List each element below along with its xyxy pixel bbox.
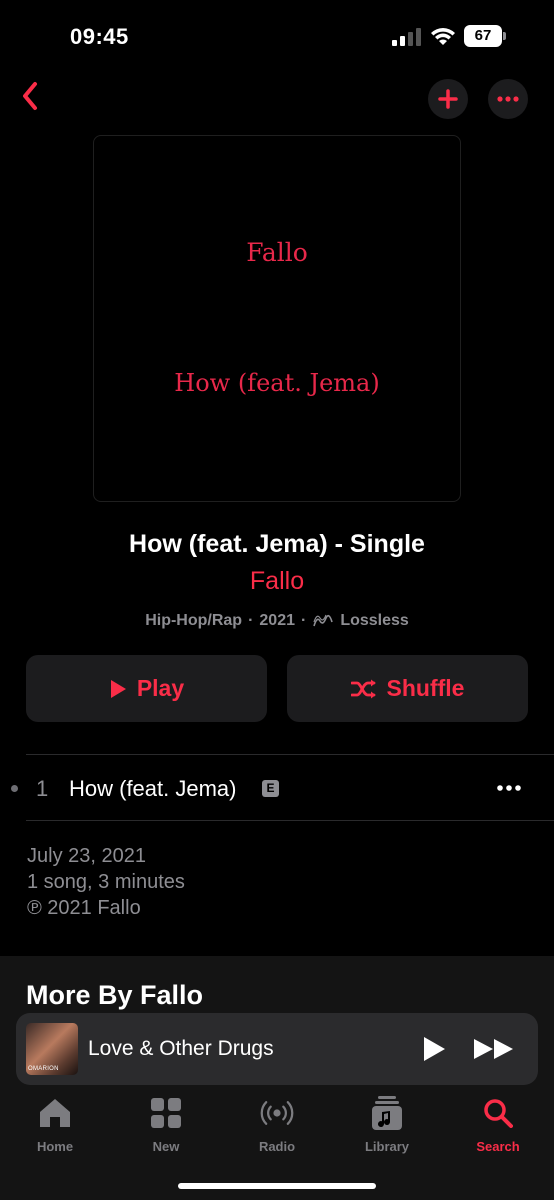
artwork-title-text: How (feat. Jema): [174, 369, 380, 397]
cellular-signal-icon: [392, 28, 421, 46]
more-by-title[interactable]: More By Fallo: [26, 980, 203, 1011]
battery-level: 67: [464, 25, 502, 47]
quality-label: Lossless: [340, 612, 409, 629]
divider: [26, 754, 554, 755]
track-title: How (feat. Jema): [69, 776, 237, 801]
battery-icon: 67: [464, 25, 506, 47]
tab-search[interactable]: Search: [458, 1095, 538, 1165]
play-button[interactable]: Play: [26, 655, 267, 722]
plus-icon: [438, 89, 458, 109]
meta-separator: ·: [300, 612, 307, 629]
release-date: July 23, 2021: [27, 845, 146, 867]
copyright: ℗ 2021 Fallo: [27, 897, 141, 919]
mini-player-title: Love & Other Drugs: [88, 1037, 274, 1060]
home-icon: [40, 1099, 70, 1127]
tab-label: New: [152, 1139, 180, 1154]
tab-label: Library: [364, 1139, 410, 1154]
tab-label: Radio: [258, 1139, 296, 1154]
shuffle-icon: [350, 679, 376, 698]
album-title: How (feat. Jema) - Single: [129, 530, 425, 558]
tab-library[interactable]: Library: [347, 1095, 427, 1165]
track-row[interactable]: 1 How (feat. Jema) E: [0, 756, 554, 820]
radio-icon: [260, 1101, 294, 1125]
search-icon: [484, 1099, 513, 1128]
tab-new[interactable]: New: [126, 1095, 206, 1165]
more-options-button[interactable]: [488, 79, 528, 119]
wifi-icon: [431, 28, 455, 45]
status-time: 09:45: [70, 24, 129, 49]
home-indicator: [178, 1183, 376, 1189]
mini-player-artwork: OMARION: [26, 1023, 78, 1075]
divider: [26, 820, 554, 821]
track-more-button[interactable]: [494, 776, 524, 800]
tab-label: Home: [36, 1139, 74, 1154]
tab-label: Search: [476, 1139, 520, 1154]
artwork-artist-text: Fallo: [246, 238, 308, 267]
album-artwork: Fallo How (feat. Jema): [93, 135, 461, 502]
grid-icon: [151, 1098, 181, 1128]
back-button[interactable]: [12, 78, 48, 114]
tab-radio[interactable]: Radio: [237, 1095, 317, 1165]
play-label: Play: [136, 675, 185, 701]
mini-art-label: OMARION: [28, 1066, 59, 1072]
new-track-dot: [11, 785, 18, 792]
artist-link[interactable]: Fallo: [0, 567, 554, 596]
add-to-library-button[interactable]: [428, 79, 468, 119]
track-number: 1: [36, 776, 49, 801]
ellipsis-icon: [497, 96, 519, 102]
explicit-badge: E: [262, 780, 279, 797]
tab-home[interactable]: Home: [15, 1095, 95, 1165]
shuffle-button[interactable]: Shuffle: [287, 655, 528, 722]
lossless-icon: [313, 614, 334, 627]
mini-player[interactable]: OMARION Love & Other Drugs: [16, 1013, 538, 1085]
mini-play-icon[interactable]: [421, 1035, 447, 1063]
genre-label: Hip-Hop/Rap: [145, 612, 243, 629]
library-icon: [372, 1096, 402, 1130]
meta-separator: ·: [248, 612, 254, 629]
ellipsis-icon: [497, 785, 521, 791]
album-meta: Hip-Hop/Rap · 2021 · Lossless: [0, 612, 554, 630]
chevron-left-icon: [23, 82, 37, 110]
fast-forward-icon[interactable]: [472, 1037, 516, 1061]
shuffle-label: Shuffle: [386, 675, 465, 701]
year-label: 2021: [259, 612, 295, 629]
song-summary: 1 song, 3 minutes: [27, 871, 185, 893]
play-icon: [110, 679, 126, 698]
status-bar: 09:45 67: [0, 0, 554, 60]
